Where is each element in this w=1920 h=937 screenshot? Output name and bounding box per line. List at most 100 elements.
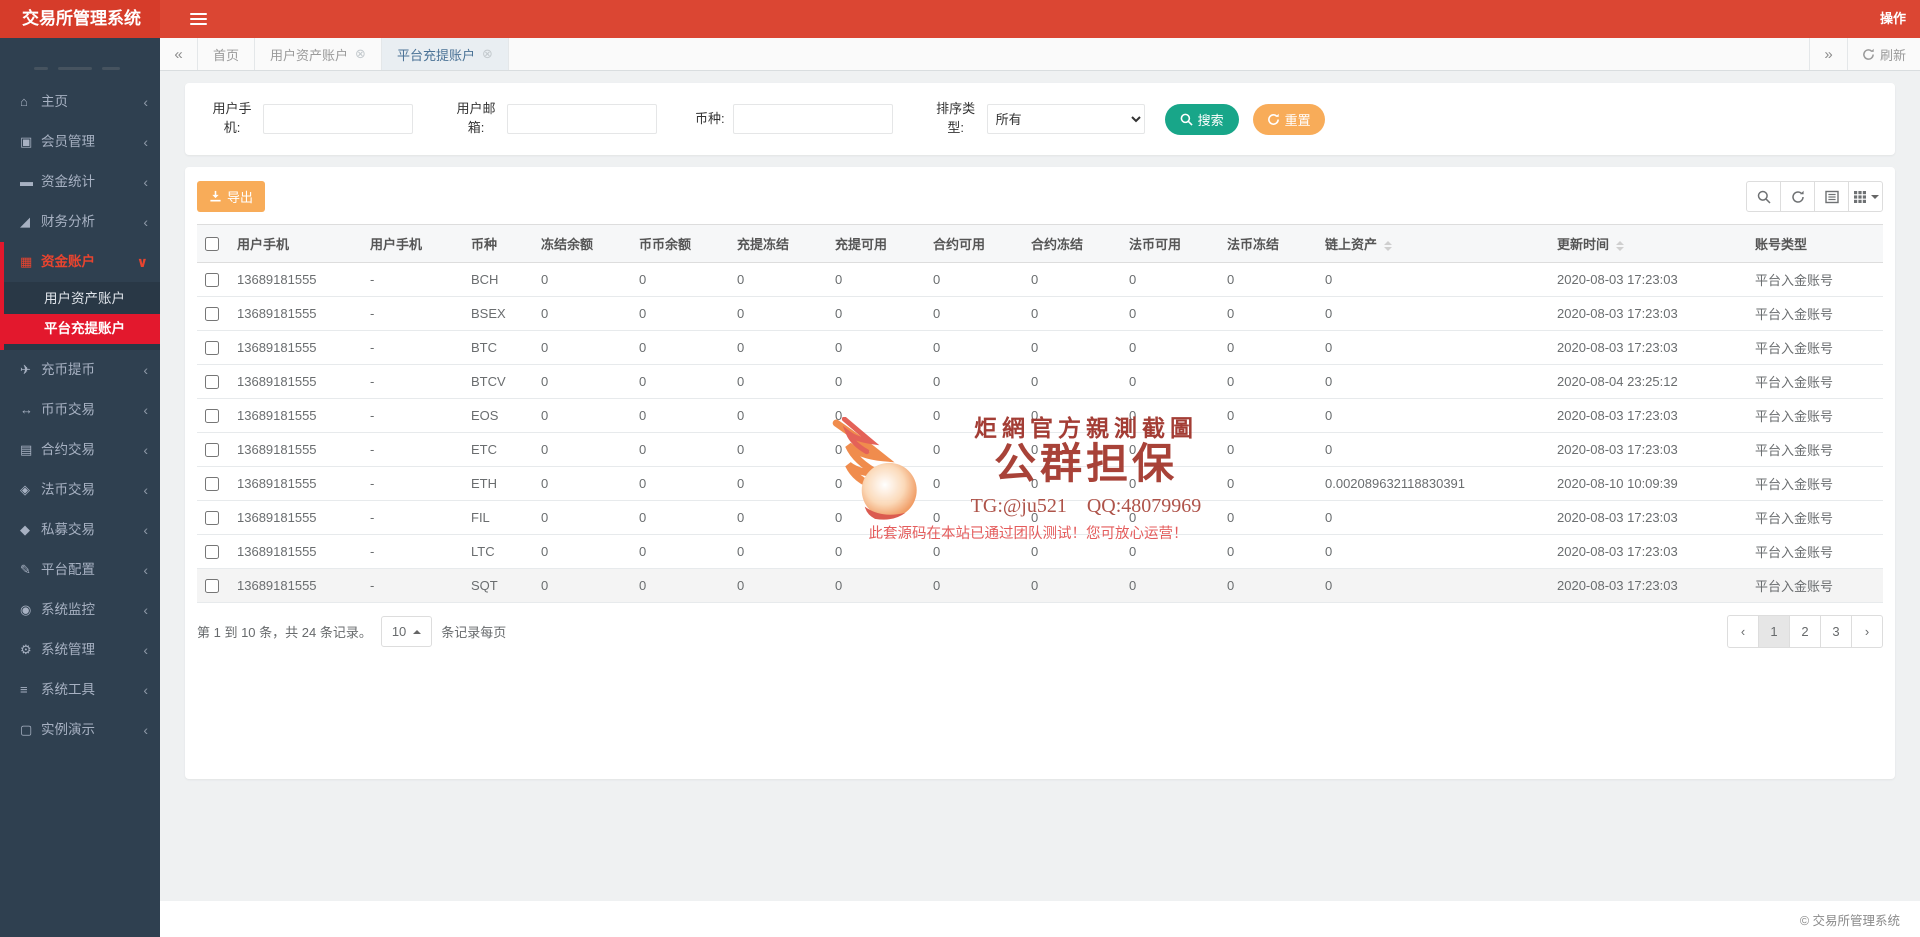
table-row: 13689181555- ETH 0 0 0 0 0 0 0 0 0.002089632118830… bbox=[197, 466, 1883, 501]
search-button[interactable]: 搜索 bbox=[1164, 103, 1239, 135]
filter-panel: 用户手机: 用户邮箱: 币种: 排序类型: 所有 搜索 重置 bbox=[185, 83, 1895, 155]
cell-coin-balance: 0 bbox=[631, 262, 729, 297]
cell-contract-frozen: 0 bbox=[1023, 364, 1121, 399]
chevron-up-icon bbox=[413, 629, 422, 634]
accounts-table: 用户手机 用户手机 币种 冻结余额 币币余额 充提冻结 充提可用 合约可用 合约冻结 法币可用 法币… bbox=[197, 224, 1883, 603]
row-checkbox[interactable] bbox=[205, 307, 219, 322]
chevron-left-icon: ‹ bbox=[143, 174, 148, 190]
sidebar: ⌂ 主页 ‹ ▣ 会员管理 ‹ ▬ 资金统计 ‹ ◢ 财务分析 ‹ ▦ 资金账户 ∨ 用户资产账户 平台充提账户… bbox=[0, 38, 160, 937]
tab-platform-recharge-account[interactable]: 平台充提账户 ⊗ bbox=[381, 38, 509, 70]
table-row: 13689181555- BCH 0 0 0 0 0 0 0 0 0 2020-08-03 17:23… bbox=[197, 262, 1883, 297]
sort-type-select[interactable]: 所有 bbox=[986, 104, 1145, 134]
page-size-select[interactable]: 10 bbox=[380, 616, 433, 647]
sidebar-item-deposit-withdraw[interactable]: ✈ 充币提币 ‹ bbox=[4, 350, 160, 390]
cell-contract-frozen: 0 bbox=[1023, 262, 1121, 297]
column-header-user-phone-2: 用户手机 bbox=[362, 224, 463, 263]
cell-update-time: 2020-08-03 17:23:03 bbox=[1549, 568, 1747, 603]
sidebar-item-demo[interactable]: ▢ 实例演示 ‹ bbox=[4, 710, 160, 750]
spot-trade-icon: ↔ bbox=[20, 402, 33, 417]
column-header-fiat-available: 法币可用 bbox=[1121, 224, 1219, 263]
cell-update-time: 2020-08-03 17:23:03 bbox=[1549, 398, 1747, 433]
tab-close-icon[interactable]: ⊗ bbox=[482, 46, 493, 62]
row-checkbox[interactable] bbox=[205, 341, 219, 356]
sidebar-item-fiat-trade[interactable]: ◈ 法币交易 ‹ bbox=[4, 470, 160, 510]
cell-user-phone: 13689181555 bbox=[229, 466, 362, 501]
cell-coin-balance: 0 bbox=[631, 398, 729, 433]
column-header-chain-asset[interactable]: 链上资产 bbox=[1317, 224, 1549, 263]
sidebar-item-system-manage[interactable]: ⚙ 系统管理 ‹ bbox=[4, 630, 160, 670]
sidebar-item-funds-account[interactable]: ▦ 资金账户 ∨ bbox=[4, 242, 160, 282]
cell-coin: BSEX bbox=[463, 296, 533, 331]
row-checkbox[interactable] bbox=[205, 511, 219, 526]
cell-coin: FIL bbox=[463, 500, 533, 535]
sidebar-item-contract-trade[interactable]: ▤ 合约交易 ‹ bbox=[4, 430, 160, 470]
reset-button[interactable]: 重置 bbox=[1252, 103, 1325, 135]
page-button-2[interactable]: 2 bbox=[1789, 615, 1821, 648]
row-checkbox[interactable] bbox=[205, 545, 219, 560]
sidebar-subitem-user-asset-account[interactable]: 用户资产账户 bbox=[4, 284, 160, 314]
phone-input[interactable] bbox=[263, 104, 413, 134]
column-header-update-time[interactable]: 更新时间 bbox=[1549, 224, 1747, 263]
prev-page-button[interactable]: ‹ bbox=[1727, 615, 1759, 648]
page-button-1[interactable]: 1 bbox=[1758, 615, 1790, 648]
cell-fiat-frozen: 0 bbox=[1219, 466, 1317, 501]
column-header-coin: 币种 bbox=[463, 224, 533, 263]
content-area: 用户手机: 用户邮箱: 币种: 排序类型: 所有 搜索 重置 导出 用户手机 用… bbox=[160, 71, 1920, 901]
email-input[interactable] bbox=[507, 104, 657, 134]
cell-fiat-frozen: 0 bbox=[1219, 500, 1317, 535]
cell-contract-available: 0 bbox=[925, 500, 1023, 535]
cell-update-time: 2020-08-03 17:23:03 bbox=[1549, 296, 1747, 331]
topbar-action-menu[interactable]: 操作 bbox=[1880, 0, 1906, 38]
row-checkbox[interactable] bbox=[205, 443, 219, 458]
cell-user-phone: 13689181555 bbox=[229, 534, 362, 569]
tab-close-icon[interactable]: ⊗ bbox=[355, 46, 366, 62]
cell-user-phone: 13689181555 bbox=[229, 330, 362, 365]
hamburger-menu-icon[interactable] bbox=[178, 0, 220, 38]
table-search-toggle-button[interactable] bbox=[1746, 181, 1781, 212]
sidebar-item-finance-analysis[interactable]: ◢ 财务分析 ‹ bbox=[4, 202, 160, 242]
cell-coin: ETH bbox=[463, 466, 533, 501]
coin-input[interactable] bbox=[732, 104, 893, 134]
cell-coin: BTCV bbox=[463, 364, 533, 399]
sidebar-item-platform-config[interactable]: ✎ 平台配置 ‹ bbox=[4, 550, 160, 590]
export-button[interactable]: 导出 bbox=[197, 181, 266, 212]
cell-user-phone-2: - bbox=[362, 262, 463, 297]
cell-recharge-frozen: 0 bbox=[729, 296, 827, 331]
row-checkbox[interactable] bbox=[205, 409, 219, 424]
row-checkbox[interactable] bbox=[205, 273, 219, 288]
chevron-left-icon: ‹ bbox=[143, 442, 148, 458]
tab-user-asset-account[interactable]: 用户资产账户 ⊗ bbox=[255, 38, 382, 70]
row-checkbox[interactable] bbox=[205, 375, 219, 390]
tabs-scroll-right-icon[interactable]: » bbox=[1808, 38, 1847, 70]
cell-contract-available: 0 bbox=[925, 432, 1023, 467]
phone-label: 用户手机: bbox=[212, 101, 252, 135]
cell-recharge-available: 0 bbox=[827, 500, 925, 535]
row-checkbox[interactable] bbox=[205, 477, 219, 492]
cell-recharge-available: 0 bbox=[827, 466, 925, 501]
sidebar-item-members[interactable]: ▣ 会员管理 ‹ bbox=[4, 122, 160, 162]
table-refresh-button[interactable] bbox=[1780, 181, 1815, 212]
sidebar-item-spot-trade[interactable]: ↔ 币币交易 ‹ bbox=[4, 390, 160, 430]
table-columns-button[interactable] bbox=[1848, 181, 1883, 212]
sidebar-item-home[interactable]: ⌂ 主页 ‹ bbox=[4, 82, 160, 122]
chevron-left-icon: ‹ bbox=[143, 562, 148, 578]
cell-user-phone: 13689181555 bbox=[229, 296, 362, 331]
funds-stats-icon: ▬ bbox=[20, 174, 33, 189]
tabs-scroll-left-icon[interactable]: « bbox=[160, 38, 198, 70]
table-detail-view-button[interactable] bbox=[1814, 181, 1849, 212]
cell-coin: ETC bbox=[463, 432, 533, 467]
select-all-checkbox[interactable] bbox=[205, 237, 219, 252]
next-page-button[interactable]: › bbox=[1851, 615, 1883, 648]
page-button-3[interactable]: 3 bbox=[1820, 615, 1852, 648]
sidebar-subitem-platform-recharge-account[interactable]: 平台充提账户 bbox=[0, 314, 160, 344]
sidebar-item-system-monitor[interactable]: ◉ 系统监控 ‹ bbox=[4, 590, 160, 630]
cell-chain-asset: 0 bbox=[1317, 534, 1549, 569]
sidebar-item-private-sale[interactable]: ◆ 私募交易 ‹ bbox=[4, 510, 160, 550]
sidebar-item-system-tools[interactable]: ≡ 系统工具 ‹ bbox=[4, 670, 160, 710]
sidebar-item-funds-stats[interactable]: ▬ 资金统计 ‹ bbox=[4, 162, 160, 202]
tab-home[interactable]: 首页 bbox=[198, 38, 256, 70]
tab-refresh-button[interactable]: 刷新 bbox=[1846, 38, 1920, 70]
finance-analysis-icon: ◢ bbox=[20, 214, 30, 229]
row-checkbox[interactable] bbox=[205, 579, 219, 594]
cell-user-phone-2: - bbox=[362, 568, 463, 603]
